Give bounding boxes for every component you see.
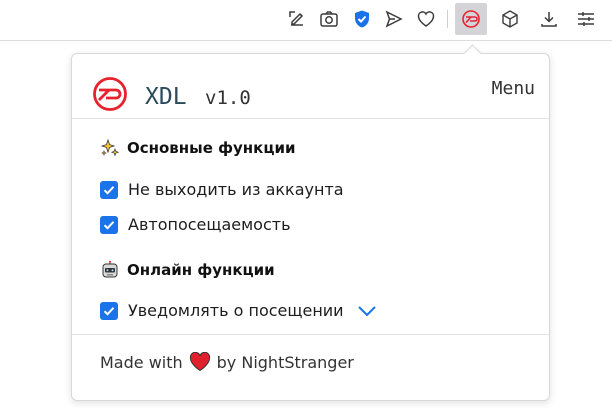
- edit-pen-icon[interactable]: [281, 4, 313, 34]
- menu-button[interactable]: Menu: [492, 78, 535, 99]
- app-title: XDL: [145, 84, 187, 110]
- section-title-online-functions: Онлайн функции: [100, 260, 275, 280]
- robot-icon: [100, 260, 120, 280]
- footer-suffix: by NightStranger: [216, 352, 354, 372]
- option-label: Автопосещаемость: [128, 215, 291, 234]
- option-auto-attendance[interactable]: Автопосещаемость: [100, 215, 291, 234]
- heart-outline-icon[interactable]: [410, 4, 442, 34]
- section-title-label: Онлайн функции: [127, 261, 275, 279]
- footer-prefix: Made with: [100, 352, 183, 372]
- popup-footer: Made with by NightStranger: [72, 334, 549, 401]
- chevron-down-icon[interactable]: [356, 304, 378, 318]
- section-title-label: Основные функции: [127, 139, 296, 157]
- checkbox-checked[interactable]: [100, 180, 118, 199]
- option-label: Не выходить из аккаунта: [128, 180, 344, 199]
- popup-header: XDL v1.0 Menu: [72, 54, 549, 119]
- camera-icon[interactable]: [313, 4, 345, 34]
- xdl-extension-icon[interactable]: [455, 3, 487, 35]
- option-label: Уведомлять о посещении: [128, 301, 344, 320]
- send-icon[interactable]: [378, 4, 410, 34]
- footer-credit: Made with by NightStranger: [100, 352, 354, 372]
- extension-popup: XDL v1.0 Menu Основные функции Не выходи…: [71, 44, 550, 401]
- settings-sliders-icon[interactable]: [570, 4, 602, 34]
- browser-toolbar: [0, 0, 612, 41]
- xdl-logo-icon: [92, 76, 128, 112]
- option-stay-logged-in[interactable]: Не выходить из аккаунта: [100, 180, 344, 199]
- toolbar-separator: [447, 10, 448, 28]
- section-title-main-functions: Основные функции: [100, 138, 295, 158]
- download-icon[interactable]: [533, 4, 565, 34]
- option-notify-attendance[interactable]: Уведомлять о посещении: [100, 301, 378, 320]
- checkbox-checked[interactable]: [100, 215, 118, 234]
- sparkles-icon: [100, 138, 120, 158]
- heart-icon: [189, 352, 210, 372]
- app-version: v1.0: [205, 87, 251, 109]
- checkbox-checked[interactable]: [100, 301, 118, 320]
- cube-icon[interactable]: [494, 4, 526, 34]
- shield-check-icon[interactable]: [346, 4, 378, 34]
